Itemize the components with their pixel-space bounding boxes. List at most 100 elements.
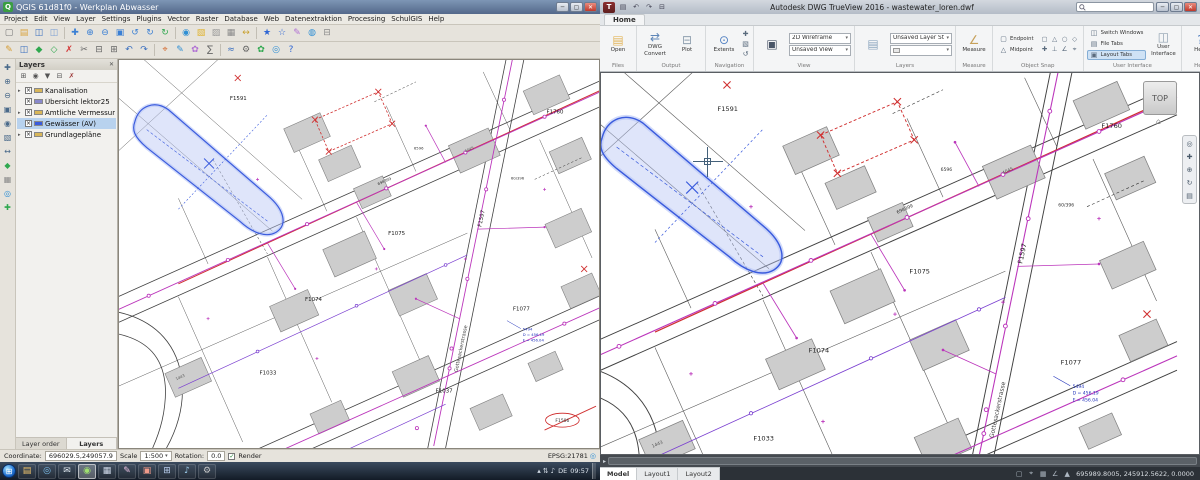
annotation-scale-icon[interactable]: ▲ — [1062, 469, 1072, 479]
new-layer-icon[interactable]: ✚ — [1, 201, 14, 214]
layer-visibility-checkbox[interactable]: × — [25, 120, 32, 127]
add-raster-layer-icon[interactable]: ▦ — [1, 173, 14, 186]
network-status-icon[interactable]: ⇅ — [543, 467, 549, 475]
ribbon-switch-windows-button[interactable]: ◫Switch Windows — [1087, 28, 1147, 38]
maximize-button[interactable]: ▢ — [1170, 2, 1183, 12]
internet-browser-button[interactable]: ◎ — [38, 464, 56, 479]
menu-web[interactable]: Web — [264, 15, 279, 23]
redo-icon[interactable]: ↷ — [137, 43, 151, 57]
menu-edit[interactable]: Edit — [34, 15, 48, 23]
orbit-nav-icon[interactable]: ↻ — [1184, 177, 1195, 188]
new-bookmark-icon[interactable]: ★ — [260, 26, 274, 40]
viewcube[interactable]: TOP — [1143, 81, 1177, 115]
labeling-icon[interactable]: ✎ — [173, 43, 187, 57]
open-project-icon[interactable]: ▤ — [17, 26, 31, 40]
web-services-icon[interactable]: ◎ — [269, 43, 283, 57]
toggle-editing-icon[interactable]: ✎ — [2, 43, 16, 57]
node-tool-icon[interactable]: ◇ — [47, 43, 61, 57]
panel-close-icon[interactable]: ✕ — [109, 61, 114, 68]
projection-icon[interactable]: ◎ — [590, 452, 596, 460]
ribbon-user-interface-button[interactable]: ◫User Interface — [1148, 31, 1178, 56]
qat-open-icon[interactable]: ▤ — [617, 2, 629, 13]
layout-tab-layout2[interactable]: Layout2 — [678, 468, 719, 480]
snap-mode-icon[interactable]: ⊥ — [1050, 44, 1060, 54]
media-player-button[interactable]: ♪ — [178, 464, 196, 479]
remove-layer-icon[interactable]: ✗ — [66, 71, 77, 82]
crs-status[interactable]: EPSG:21781 — [548, 452, 588, 460]
tab-home[interactable]: Home — [604, 14, 645, 25]
keyboard-language[interactable]: DE — [558, 467, 567, 475]
layer-visibility-checkbox[interactable]: × — [25, 131, 32, 138]
menu-plugins[interactable]: Plugins — [136, 15, 161, 23]
zoom-previous-icon[interactable]: ↺ — [741, 50, 750, 59]
layer-visibility-checkbox[interactable]: × — [25, 109, 32, 116]
menu-schulgis[interactable]: SchulGIS — [391, 15, 422, 23]
map-tips-icon[interactable]: ◍ — [305, 26, 319, 40]
layer-item-bersicht-lektor25[interactable]: ×Übersicht lektor25 — [17, 96, 116, 107]
annotation-icon[interactable]: ✎ — [290, 26, 304, 40]
minimize-button[interactable]: ─ — [1156, 2, 1169, 12]
trueview-map-canvas[interactable]: TOP ⌂ ◎✚⊕↻▤ — [600, 72, 1200, 455]
scale-combo[interactable]: 1:500 ▾ — [140, 451, 171, 461]
menu-vector[interactable]: Vector — [167, 15, 189, 23]
deselect-features-icon[interactable]: ▨ — [209, 26, 223, 40]
qgis-app-button[interactable]: ◉ — [78, 464, 96, 479]
save-edits-icon[interactable]: ◫ — [17, 43, 31, 57]
delete-selected-icon[interactable]: ✗ — [62, 43, 76, 57]
pan-tool-icon[interactable]: ✚ — [1, 61, 14, 74]
menu-project[interactable]: Project — [4, 15, 28, 23]
snap-midpoint-button[interactable]: △Midpoint — [996, 45, 1037, 55]
measure-line-icon[interactable]: ↔ — [239, 26, 253, 40]
zoom-nav-icon[interactable]: ⊕ — [1184, 164, 1195, 175]
ortho-mode-icon[interactable]: ∠ — [1050, 469, 1060, 479]
layer-item-grundlagepl-ne[interactable]: ▸×Grundlagepläne — [17, 129, 116, 140]
menu-database[interactable]: Database — [224, 15, 257, 23]
select-tool-icon[interactable]: ▧ — [1, 131, 14, 144]
menu-processing[interactable]: Processing — [348, 15, 385, 23]
maximize-button[interactable]: ▢ — [570, 2, 583, 12]
zoom-in-icon[interactable]: ⊕ — [83, 26, 97, 40]
zoom-out-icon[interactable]: ⊖ — [98, 26, 112, 40]
menu-settings[interactable]: Settings — [102, 15, 131, 23]
cut-features-icon[interactable]: ✂ — [77, 43, 91, 57]
menu-help[interactable]: Help — [428, 15, 444, 23]
infer-constraints-icon[interactable]: ▢ — [1014, 469, 1024, 479]
ribbon-help-button[interactable]: ?Help — [1185, 34, 1200, 53]
ribbon-select-unsaved-layer-state[interactable]: Unsaved Layer State▾ — [890, 33, 952, 44]
qat-undo-icon[interactable]: ↶ — [630, 2, 642, 13]
snap-mode-icon[interactable]: ✚ — [1040, 44, 1050, 54]
zoom-out-tool-icon[interactable]: ⊖ — [1, 89, 14, 102]
menu-layer[interactable]: Layer — [76, 15, 96, 23]
minimize-button[interactable]: ─ — [556, 2, 569, 12]
snap-mode-icon[interactable]: ▢ — [1040, 34, 1050, 44]
ribbon-file-tabs-button[interactable]: ▤File Tabs — [1087, 39, 1147, 49]
layer-item-gew-sser-av[interactable]: ×Gewässer (AV) — [17, 118, 116, 129]
snap-mode-icon[interactable]: ⌖ — [1026, 469, 1036, 479]
expand-icon[interactable]: ▸ — [18, 132, 23, 138]
start-button[interactable]: ⊞ — [2, 464, 16, 478]
ribbon-icon-button[interactable]: ▣ — [757, 38, 787, 51]
field-calculator-icon[interactable]: ∑ — [203, 43, 217, 57]
qgis-map-canvas[interactable]: F1591 F1760 F1075 F1074 F1077 F1033 F103… — [118, 59, 600, 449]
showmotion-nav-icon[interactable]: ▤ — [1184, 190, 1195, 201]
save-project-icon[interactable]: ◫ — [32, 26, 46, 40]
pdf-viewer-button[interactable]: ▣ — [138, 464, 156, 479]
snap-mode-icon[interactable]: ∠ — [1060, 44, 1070, 54]
grass-tools-icon[interactable]: ✿ — [254, 43, 268, 57]
command-line[interactable]: ▸ — [600, 455, 1200, 467]
ribbon-dwg-convert-button[interactable]: ⇄DWG Convert — [640, 31, 670, 56]
print-composer-icon[interactable]: ⊟ — [320, 26, 334, 40]
add-wms-layer-icon[interactable]: ◎ — [1, 187, 14, 200]
filter-legend-icon[interactable]: ▼ — [42, 71, 53, 82]
panel-tab-layer-order[interactable]: Layer order — [16, 438, 67, 449]
menu-raster[interactable]: Raster — [196, 15, 219, 23]
snap-mode-icon[interactable]: △ — [1050, 34, 1060, 44]
qat-plot-icon[interactable]: ⊟ — [656, 2, 668, 13]
email-client-button[interactable]: ✉ — [58, 464, 76, 479]
render-checkbox[interactable]: ✓ — [228, 453, 235, 460]
pan-map-icon[interactable]: ✚ — [68, 26, 82, 40]
ribbon-extents-button[interactable]: ⊙Extents — [709, 34, 739, 53]
zoom-in-tool-icon[interactable]: ⊕ — [1, 75, 14, 88]
zoom-window-icon[interactable]: ▧ — [741, 40, 750, 49]
ribbon-open-button[interactable]: ▤Open — [603, 34, 633, 53]
